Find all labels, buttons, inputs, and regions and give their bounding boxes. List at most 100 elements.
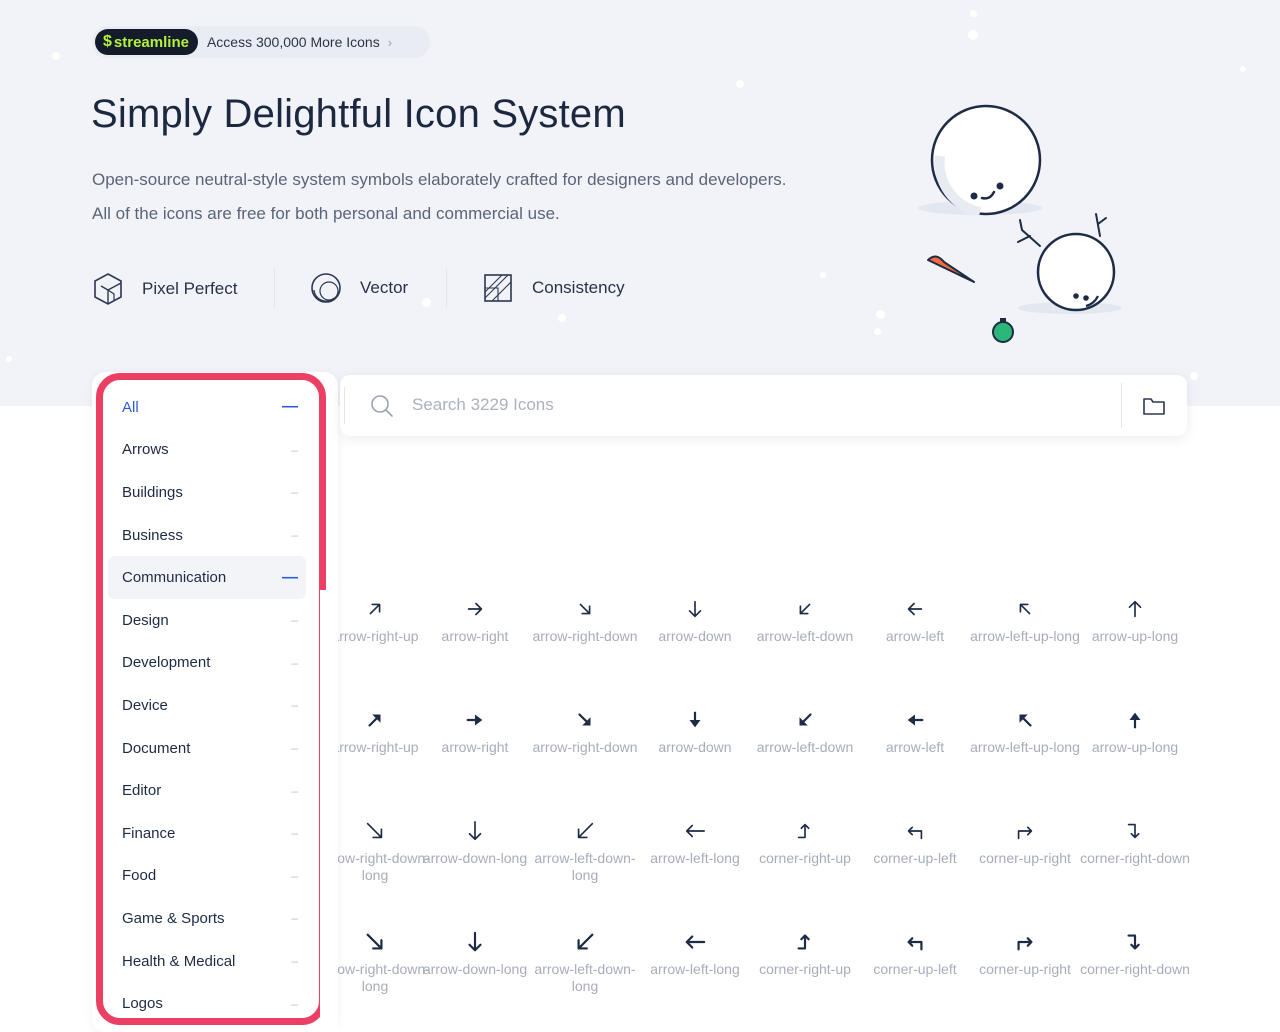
icon-card-arrow-left-long[interactable]: arrow-left-long	[640, 931, 750, 978]
streamline-badge: $ streamline	[95, 29, 198, 55]
icon-name: corner-right-down	[1080, 850, 1190, 866]
icon-card-corner-right-up[interactable]: corner-right-up	[750, 931, 860, 978]
icon-name: arrow-left-down	[756, 739, 854, 755]
minus-icon: –	[291, 868, 298, 883]
icon-card-arrow-left-long[interactable]: arrow-left-long	[640, 820, 750, 867]
icon-name: arrow-down-long	[422, 850, 528, 866]
category-list: All — Arrows – Buildings – Business – Commun…	[108, 386, 306, 1025]
icon-card-corner-up-right[interactable]: corner-up-right	[970, 931, 1080, 978]
icon-card-arrow-right-down[interactable]: arrow-right-down	[530, 598, 640, 645]
icon-card-corner-up-left[interactable]: corner-up-left	[860, 931, 970, 978]
icon-card-arrow-left-up-long[interactable]: arrow-left-up-long	[970, 598, 1080, 645]
hero-section: $ streamline Access 300,000 More Icons ›…	[0, 0, 1280, 406]
category-item-development[interactable]: Development –	[108, 642, 306, 685]
category-label: Development	[122, 654, 211, 672]
cube-icon	[94, 273, 122, 305]
arrow-right-down-long-icon	[366, 822, 383, 839]
icon-card-corner-right-down[interactable]: corner-right-down	[1080, 820, 1190, 867]
minus-icon: –	[291, 783, 298, 798]
feature-consistency: Consistency	[482, 272, 625, 304]
icon-card-arrow-down[interactable]: arrow-down	[640, 598, 750, 645]
icon-card-arrow-left[interactable]: arrow-left	[860, 709, 970, 756]
icon-card-arrow-left-up-long[interactable]: arrow-left-up-long	[970, 709, 1080, 756]
category-item-finance[interactable]: Finance –	[108, 812, 306, 855]
arrow-left-icon	[907, 602, 923, 616]
category-item-food[interactable]: Food –	[108, 855, 306, 898]
category-label: Game & Sports	[122, 909, 225, 927]
category-item-document[interactable]: Document –	[108, 727, 306, 770]
icon-card-arrow-left-down-long[interactable]: arrow-left-down-long	[530, 931, 640, 995]
category-item-all[interactable]: All —	[108, 386, 306, 429]
category-label: Arrows	[122, 441, 169, 459]
icon-card-arrow-up-long[interactable]: arrow-up-long	[1080, 709, 1190, 756]
icon-card-arrow-left-down-long[interactable]: arrow-left-down-long	[530, 820, 640, 884]
icon-name: corner-right-down	[1080, 961, 1190, 977]
icon-card-arrow-right[interactable]: arrow-right	[420, 598, 530, 645]
icon-card-arrow-left-down[interactable]: arrow-left-down	[750, 598, 860, 645]
icon-name: arrow-down	[658, 628, 732, 644]
icon-card-arrow-down[interactable]: arrow-down	[640, 709, 750, 756]
category-label: Communication	[122, 569, 227, 587]
snow-dot	[422, 298, 431, 307]
icon-card-arrow-left[interactable]: arrow-left	[860, 598, 970, 645]
circle-vector-icon	[311, 273, 341, 303]
minus-icon: –	[291, 485, 298, 500]
category-item-device[interactable]: Device –	[108, 684, 306, 727]
divider	[1121, 383, 1122, 428]
arrow-right-down-long-icon	[366, 933, 383, 950]
icon-card-arrow-left-down[interactable]: arrow-left-down	[750, 709, 860, 756]
icon-card-arrow-right-down[interactable]: arrow-right-down	[530, 709, 640, 756]
snow-dot	[874, 328, 881, 335]
icon-card-arrow-down-long[interactable]: arrow-down-long	[420, 931, 530, 978]
grid-frame-icon	[484, 274, 512, 302]
category-item-buildings[interactable]: Buildings –	[108, 471, 306, 514]
icon-name: arrow-right-down	[532, 628, 638, 644]
icon-card-arrow-up-long[interactable]: arrow-up-long	[1080, 598, 1190, 645]
search-input[interactable]	[412, 393, 1112, 417]
category-item-arrows[interactable]: Arrows –	[108, 429, 306, 472]
category-item-communication[interactable]: Communication —	[108, 556, 306, 599]
category-item-design[interactable]: Design –	[108, 599, 306, 642]
category-label: Design	[122, 611, 169, 629]
corner-up-right-icon	[1017, 937, 1033, 951]
category-item-health-medical[interactable]: Health & Medical –	[108, 940, 306, 983]
icon-card-corner-right-up[interactable]: corner-right-up	[750, 820, 860, 867]
category-item-logos[interactable]: Logos –	[108, 982, 306, 1025]
icon-row: arrow-right-down-long arrow-down-long arro…	[320, 931, 1190, 1031]
snow-dot	[558, 314, 566, 322]
minus-icon: –	[291, 826, 298, 841]
arrow-right-icon	[466, 714, 483, 726]
arrow-left-up-long-icon	[1019, 714, 1032, 727]
category-item-business[interactable]: Business –	[108, 514, 306, 557]
arrow-down-long-icon	[468, 931, 482, 952]
icon-card-corner-right-down[interactable]: corner-right-down	[1080, 931, 1190, 978]
category-item-editor[interactable]: Editor –	[108, 769, 306, 812]
category-item-game-sports[interactable]: Game & Sports –	[108, 897, 306, 940]
promo-banner[interactable]: $ streamline Access 300,000 More Icons ›	[92, 26, 430, 58]
grid-left-mask	[320, 590, 338, 1032]
arrow-right-icon	[467, 602, 483, 616]
corner-up-left-icon	[907, 937, 923, 951]
icon-card-corner-up-left[interactable]: corner-up-left	[860, 820, 970, 867]
icon-row: arrow-right-up arrow-right arrow-right-dow…	[320, 709, 1188, 809]
page-title: Simply Delightful Icon System	[91, 92, 626, 136]
icon-name: arrow-left-down	[756, 628, 854, 644]
category-label: Logos	[122, 995, 163, 1013]
minus-icon: –	[291, 954, 298, 969]
icon-name: corner-up-left	[873, 850, 957, 866]
icon-card-corner-up-right[interactable]: corner-up-right	[970, 820, 1080, 867]
minus-icon: –	[291, 741, 298, 756]
icon-name: corner-up-right	[979, 961, 1071, 977]
arrow-right-up-icon	[368, 714, 381, 727]
arrow-left-down-long-icon	[577, 822, 594, 839]
category-label: Business	[122, 526, 183, 544]
icon-row: arrow-right-down-long arrow-down-long arro…	[320, 820, 1190, 920]
category-label: Document	[122, 739, 191, 757]
icon-card-arrow-down-long[interactable]: arrow-down-long	[420, 820, 530, 867]
folder-button[interactable]	[1136, 391, 1172, 421]
promo-text: Access 300,000 More Icons	[206, 34, 380, 50]
icon-name: corner-up-right	[979, 850, 1071, 866]
icon-name: corner-right-up	[759, 850, 851, 866]
category-label: Editor	[122, 782, 162, 800]
icon-card-arrow-right[interactable]: arrow-right	[420, 709, 530, 756]
